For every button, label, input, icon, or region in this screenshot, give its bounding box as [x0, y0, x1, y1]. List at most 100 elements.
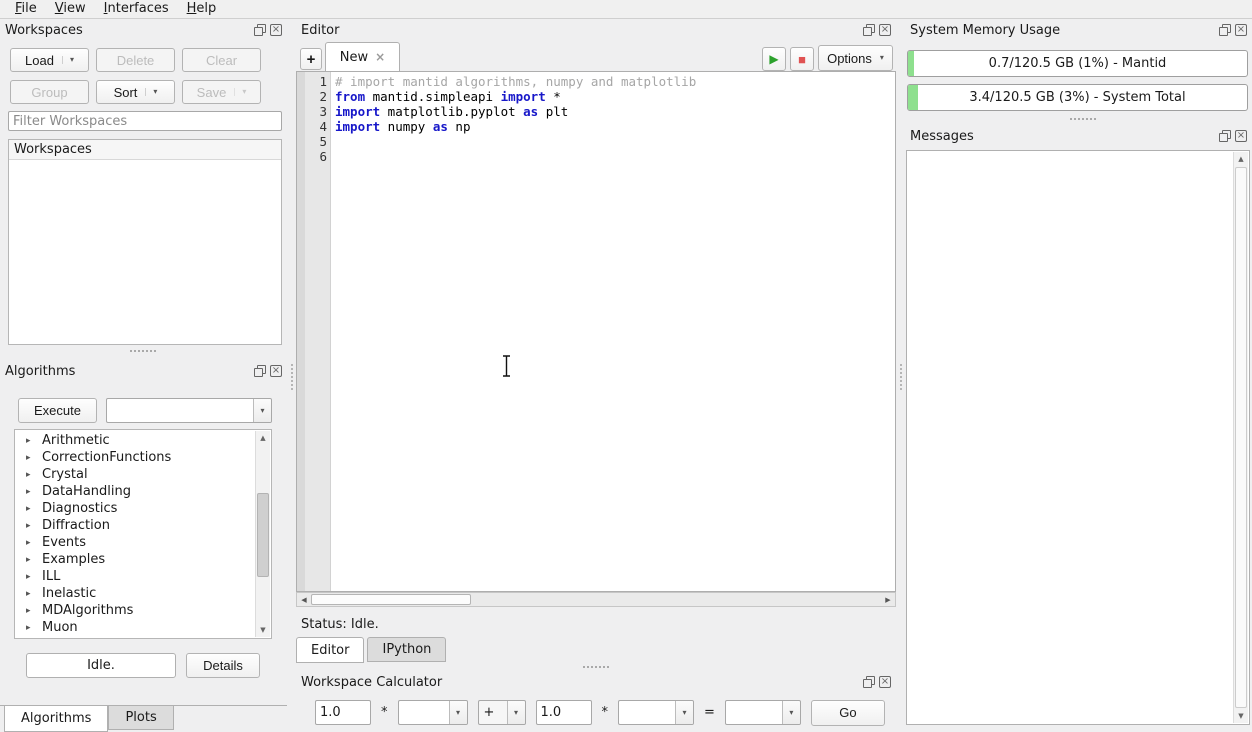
combo-dropdown-button[interactable]: ▾	[507, 701, 525, 724]
tab-algorithms[interactable]: Algorithms	[4, 706, 108, 732]
expand-arrow-icon[interactable]: ▸	[26, 606, 34, 616]
tab-ipython[interactable]: IPython	[367, 637, 446, 662]
float-panel-icon[interactable]	[863, 676, 875, 688]
rhs-workspace-combobox[interactable]: ▾	[618, 700, 694, 725]
group-button[interactable]: Group	[10, 80, 89, 104]
splitter-handle[interactable]	[1070, 118, 1096, 120]
vertical-splitter[interactable]	[287, 19, 296, 731]
algorithm-category-mdalgorithms[interactable]: ▸MDAlgorithms	[15, 602, 255, 619]
menu-help[interactable]: Help	[178, 0, 226, 18]
expand-arrow-icon[interactable]: ▸	[26, 487, 34, 497]
menu-view[interactable]: View	[46, 0, 95, 18]
delete-button[interactable]: Delete	[96, 48, 175, 72]
dropdown-arrow-icon: ▾	[145, 88, 157, 96]
algorithm-category-datahandling[interactable]: ▸DataHandling	[15, 483, 255, 500]
run-script-button[interactable]: ▶	[762, 47, 786, 71]
float-panel-icon[interactable]	[1219, 24, 1231, 36]
float-panel-icon[interactable]	[254, 24, 266, 36]
expand-arrow-icon[interactable]: ▸	[26, 572, 34, 582]
details-button[interactable]: Details	[186, 653, 260, 678]
combo-dropdown-button[interactable]: ▾	[449, 701, 467, 724]
expand-arrow-icon[interactable]: ▸	[26, 589, 34, 599]
clear-button[interactable]: Clear	[182, 48, 261, 72]
splitter-handle[interactable]	[130, 350, 156, 352]
combo-dropdown-button[interactable]: ▾	[253, 399, 271, 422]
messages-log-area[interactable]: ▲ ▼	[906, 150, 1250, 725]
expand-arrow-icon[interactable]: ▸	[26, 538, 34, 548]
scrollbar-thumb[interactable]	[311, 594, 471, 605]
algorithm-category-inelastic[interactable]: ▸Inelastic	[15, 585, 255, 602]
tab-plots[interactable]: Plots	[108, 706, 173, 730]
scroll-right-icon[interactable]: ▶	[881, 593, 895, 606]
vertical-splitter[interactable]	[896, 19, 905, 731]
algorithm-category-events[interactable]: ▸Events	[15, 534, 255, 551]
sort-button[interactable]: Sort ▾	[96, 80, 175, 104]
abort-script-button[interactable]: ■	[790, 47, 814, 71]
scrollbar-thumb[interactable]	[257, 493, 269, 577]
float-panel-icon[interactable]	[863, 24, 875, 36]
memory-bar-label: 0.7/120.5 GB (1%) - Mantid	[908, 51, 1247, 76]
algorithm-category-ill[interactable]: ▸ILL	[15, 568, 255, 585]
output-workspace-combobox[interactable]: ▾	[725, 700, 801, 725]
close-panel-icon[interactable]: ×	[270, 365, 282, 377]
algorithm-tree[interactable]: ▸Arithmetic▸CorrectionFunctions▸Crystal▸…	[14, 429, 272, 639]
algorithm-tree-scrollbar[interactable]: ▲ ▼	[255, 431, 270, 637]
scroll-down-icon[interactable]: ▼	[256, 623, 270, 637]
expand-arrow-icon[interactable]: ▸	[26, 555, 34, 565]
algorithm-search-combobox[interactable]: ▾	[106, 398, 272, 423]
editor-file-tab[interactable]: New ×	[325, 42, 400, 72]
load-button[interactable]: Load ▾	[10, 48, 89, 72]
algorithm-category-diffraction[interactable]: ▸Diffraction	[15, 517, 255, 534]
expand-arrow-icon[interactable]: ▸	[26, 436, 34, 446]
combo-dropdown-button[interactable]: ▾	[675, 701, 693, 724]
messages-scrollbar[interactable]: ▲ ▼	[1233, 152, 1248, 723]
workspace-calculator-row: * ▾ + ▾ * ▾ = ▾ Go	[315, 700, 885, 725]
algorithms-panel-titlebar: Algorithms ×	[0, 360, 287, 382]
float-panel-icon[interactable]	[254, 365, 266, 377]
close-panel-icon[interactable]: ×	[879, 24, 891, 36]
go-button[interactable]: Go	[811, 700, 885, 726]
algorithm-category-examples[interactable]: ▸Examples	[15, 551, 255, 568]
algorithm-category-crystal[interactable]: ▸Crystal	[15, 466, 255, 483]
expand-arrow-icon[interactable]: ▸	[26, 453, 34, 463]
operation-combobox[interactable]: + ▾	[478, 700, 526, 725]
scrollbar-thumb[interactable]	[1235, 167, 1247, 708]
close-panel-icon[interactable]: ×	[1235, 130, 1247, 142]
menu-file[interactable]: File	[6, 0, 46, 18]
category-label: Arithmetic	[42, 433, 110, 448]
save-button[interactable]: Save ▾	[182, 80, 261, 104]
filter-workspaces-input[interactable]	[8, 111, 282, 131]
algorithm-category-arithmetic[interactable]: ▸ Arithmetic	[15, 432, 255, 449]
scroll-up-icon[interactable]: ▲	[1234, 152, 1248, 166]
code-editor[interactable]: 123456 # import mantid algorithms, numpy…	[296, 71, 896, 592]
close-tab-icon[interactable]: ×	[375, 50, 385, 64]
algorithm-category-diagnostics[interactable]: ▸Diagnostics	[15, 500, 255, 517]
close-panel-icon[interactable]: ×	[1235, 24, 1247, 36]
menu-interfaces[interactable]: Interfaces	[95, 0, 178, 18]
workspaces-list[interactable]: Workspaces	[8, 139, 282, 345]
code-line-1: # import mantid algorithms, numpy and ma…	[335, 74, 895, 89]
expand-arrow-icon[interactable]: ▸	[26, 504, 34, 514]
float-panel-icon[interactable]	[1219, 130, 1231, 142]
expand-arrow-icon[interactable]: ▸	[26, 521, 34, 531]
options-button[interactable]: Options ▾	[818, 45, 893, 71]
editor-horizontal-scrollbar[interactable]: ◀ ▶	[296, 592, 896, 607]
lhs-workspace-combobox[interactable]: ▾	[398, 700, 468, 725]
expand-arrow-icon[interactable]: ▸	[26, 623, 34, 633]
combo-dropdown-button[interactable]: ▾	[782, 701, 800, 724]
expand-arrow-icon[interactable]: ▸	[26, 470, 34, 480]
tab-editor[interactable]: Editor	[296, 637, 364, 663]
splitter-handle[interactable]	[583, 666, 609, 668]
execute-button[interactable]: Execute	[18, 398, 97, 423]
close-panel-icon[interactable]: ×	[879, 676, 891, 688]
code-text[interactable]: # import mantid algorithms, numpy and ma…	[331, 72, 895, 591]
scroll-up-icon[interactable]: ▲	[256, 431, 270, 445]
scroll-left-icon[interactable]: ◀	[297, 593, 311, 606]
algorithm-category-correctionfunctions[interactable]: ▸CorrectionFunctions	[15, 449, 255, 466]
close-panel-icon[interactable]: ×	[270, 24, 282, 36]
lhs-scale-input[interactable]	[315, 700, 371, 725]
rhs-scale-input[interactable]	[536, 700, 592, 725]
algorithm-category-muon[interactable]: ▸Muon	[15, 619, 255, 636]
scroll-down-icon[interactable]: ▼	[1234, 709, 1248, 723]
new-tab-button[interactable]: +	[300, 48, 322, 70]
